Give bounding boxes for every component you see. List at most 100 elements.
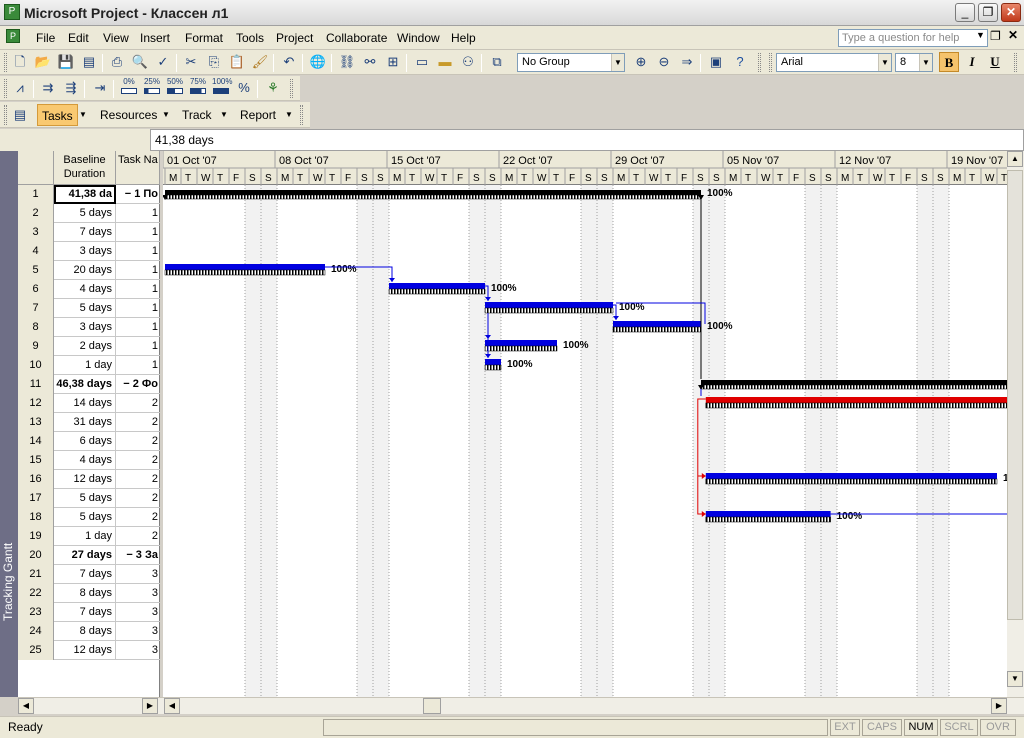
doc-close-icon[interactable]: ✕ [1008, 28, 1018, 42]
task-name-cell[interactable]: 3 [116, 622, 160, 641]
baseline-duration-cell[interactable]: 2 days [54, 337, 116, 356]
baseline-duration-cell[interactable]: 4 days [54, 280, 116, 299]
close-button[interactable]: ✕ [1001, 3, 1021, 22]
row-id[interactable]: 15 [18, 451, 54, 470]
chevron-down-icon[interactable]: ▼ [220, 110, 228, 119]
table-row[interactable]: 20 27 days − 3 За [18, 546, 160, 565]
underline-button[interactable]: U [985, 52, 1005, 72]
row-id[interactable]: 14 [18, 432, 54, 451]
new-icon[interactable]: 🗋 [11, 53, 29, 71]
row-id[interactable]: 1 [18, 185, 54, 204]
print-icon[interactable]: ⎙ [108, 53, 126, 71]
chart-scroll-right-button[interactable]: ▶ [991, 698, 1007, 714]
scroll-up-button[interactable]: ▲ [1007, 151, 1023, 167]
project-app-icon[interactable]: P [4, 4, 20, 20]
assign-resources-icon[interactable]: ⚇ [459, 53, 477, 71]
menu-project[interactable]: Project [276, 31, 313, 45]
copy-picture-icon[interactable]: ▣ [707, 53, 725, 71]
table-row[interactable]: 23 7 days 3 [18, 603, 160, 622]
paste-icon[interactable]: 📋 [228, 53, 246, 71]
row-id[interactable]: 6 [18, 280, 54, 299]
table-row[interactable]: 43 days 1 [18, 242, 160, 261]
table-row[interactable]: 11 46,38 days − 2 Фо [18, 375, 160, 394]
toolbar-grip[interactable] [758, 53, 761, 72]
baseline-duration-cell[interactable]: 7 days [54, 223, 116, 242]
row-id[interactable]: 22 [18, 584, 54, 603]
baseline-duration-cell[interactable]: 14 days [54, 394, 116, 413]
task-name-cell[interactable]: 3 [116, 584, 160, 603]
table-row[interactable]: 22 8 days 3 [18, 584, 160, 603]
toolbar-grip[interactable] [290, 79, 293, 98]
table-row[interactable]: 25 days 1 [18, 204, 160, 223]
task-name-cell[interactable]: 1 [116, 204, 160, 223]
task-name-cell[interactable]: 3 [116, 603, 160, 622]
unlink-tasks-icon[interactable]: ⚯ [361, 53, 379, 71]
project-guide-icon[interactable]: ▤ [11, 106, 29, 124]
task-name-cell[interactable]: 1 [116, 337, 160, 356]
row-id[interactable]: 11 [18, 375, 54, 394]
baseline-duration-cell[interactable]: 27 days [54, 546, 116, 565]
task-info-icon[interactable]: ▭ [413, 53, 431, 71]
baseline-duration-cell[interactable]: 20 days [54, 261, 116, 280]
toolbar-grip[interactable] [1014, 53, 1017, 72]
table-row[interactable]: 83 days 1 [18, 318, 160, 337]
horizontal-scrollbar[interactable]: ◀ ▶ ◀ ▶ [18, 697, 1024, 714]
baseline-duration-cell[interactable]: 6 days [54, 432, 116, 451]
permission-icon[interactable]: ▤ [80, 53, 98, 71]
row-id[interactable]: 13 [18, 413, 54, 432]
reschedule-work-icon[interactable]: ⇶ [62, 79, 80, 97]
print-preview-icon[interactable]: 🔍 [131, 53, 149, 71]
baseline-duration-cell[interactable]: 5 days [54, 299, 116, 318]
help-icon[interactable]: ? [731, 53, 749, 71]
task-name-cell[interactable]: 1 [116, 318, 160, 337]
percent-100-icon[interactable]: 100% [212, 77, 232, 99]
publish-icon[interactable]: ⧉ [488, 53, 506, 71]
row-id[interactable]: 12 [18, 394, 54, 413]
baseline-duration-cell[interactable]: 5 days [54, 204, 116, 223]
table-row[interactable]: 64 days 1 [18, 280, 160, 299]
row-id[interactable]: 10 [18, 356, 54, 375]
spelling-icon[interactable]: ✓ [154, 53, 172, 71]
baseline-duration-cell[interactable]: 7 days [54, 565, 116, 584]
undo-icon[interactable]: ↶ [280, 53, 298, 71]
row-id[interactable]: 9 [18, 337, 54, 356]
menu-insert[interactable]: Insert [140, 31, 170, 45]
percent-75-icon[interactable]: 75% [189, 77, 207, 99]
baseline-duration-cell[interactable]: 5 days [54, 489, 116, 508]
table-row[interactable]: 75 days 1 [18, 299, 160, 318]
baseline-duration-cell[interactable]: 5 days [54, 508, 116, 527]
percent-25-icon[interactable]: 25% [143, 77, 161, 99]
collaborate-icon[interactable]: ⚘ [264, 79, 282, 97]
track-button[interactable]: Track [178, 104, 216, 126]
update-tasks-icon[interactable]: % [235, 79, 253, 97]
menu-file[interactable]: File [36, 31, 55, 45]
document-icon[interactable]: P [6, 29, 20, 43]
scroll-thumb[interactable] [1007, 170, 1023, 620]
baseline-duration-cell[interactable]: 8 days [54, 622, 116, 641]
task-name-cell[interactable]: 1 [116, 280, 160, 299]
table-row[interactable]: 1 41,38 da − 1 По [18, 185, 160, 204]
tasks-button[interactable]: Tasks [37, 104, 78, 126]
split-task-icon[interactable]: ⊞ [384, 53, 402, 71]
font-size-dropdown[interactable]: 8 ▼ [895, 53, 933, 72]
table-row[interactable]: 15 4 days 2 [18, 451, 160, 470]
menu-window[interactable]: Window [397, 31, 440, 45]
save-icon[interactable]: 💾 [57, 53, 75, 71]
format-painter-icon[interactable]: 🖌 [251, 53, 269, 71]
table-row[interactable]: 18 5 days 2 [18, 508, 160, 527]
task-name-cell[interactable]: 2 [116, 451, 160, 470]
link-tasks-icon[interactable]: ⛓ [338, 53, 356, 71]
table-row[interactable]: 17 5 days 2 [18, 489, 160, 508]
help-dropdown-icon[interactable]: ▼ [976, 30, 985, 40]
row-id[interactable]: 25 [18, 641, 54, 660]
baseline-duration-cell[interactable]: 46,38 days [54, 375, 116, 394]
percent-50-icon[interactable]: 50% [166, 77, 184, 99]
toolbar-grip[interactable] [300, 105, 303, 125]
task-name-cell[interactable]: 3 [116, 565, 160, 584]
view-bar[interactable]: Tracking Gantt [0, 151, 18, 697]
toolbar-grip[interactable] [769, 53, 772, 72]
baseline-duration-cell[interactable]: 12 days [54, 470, 116, 489]
help-search-input[interactable]: Type a question for help [838, 29, 988, 47]
task-name-cell[interactable]: 2 [116, 527, 160, 546]
restore-button[interactable]: ❐ [978, 3, 998, 22]
